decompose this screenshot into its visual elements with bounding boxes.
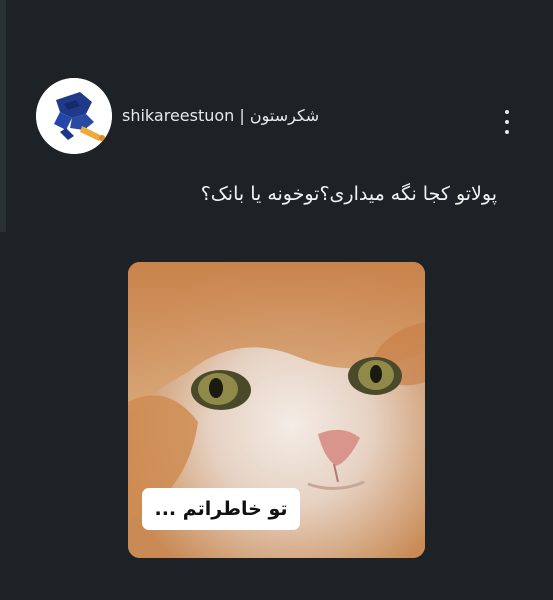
post-image[interactable]: تو خاطراتم ... [128,262,425,558]
avatar[interactable] [36,78,112,154]
post-screen: shikareestuon | شکرستون پولاتو کجا نگه م… [0,0,553,600]
more-vertical-icon[interactable] [502,110,512,134]
post-caption: پولاتو کجا نگه میداری؟توخونه یا بانک؟ [200,183,497,205]
username[interactable]: shikareestuon | شکرستون [122,106,319,125]
avatar-illustration-icon [36,78,112,154]
edge-strip [0,0,6,232]
image-caption-label: تو خاطراتم ... [142,488,300,530]
